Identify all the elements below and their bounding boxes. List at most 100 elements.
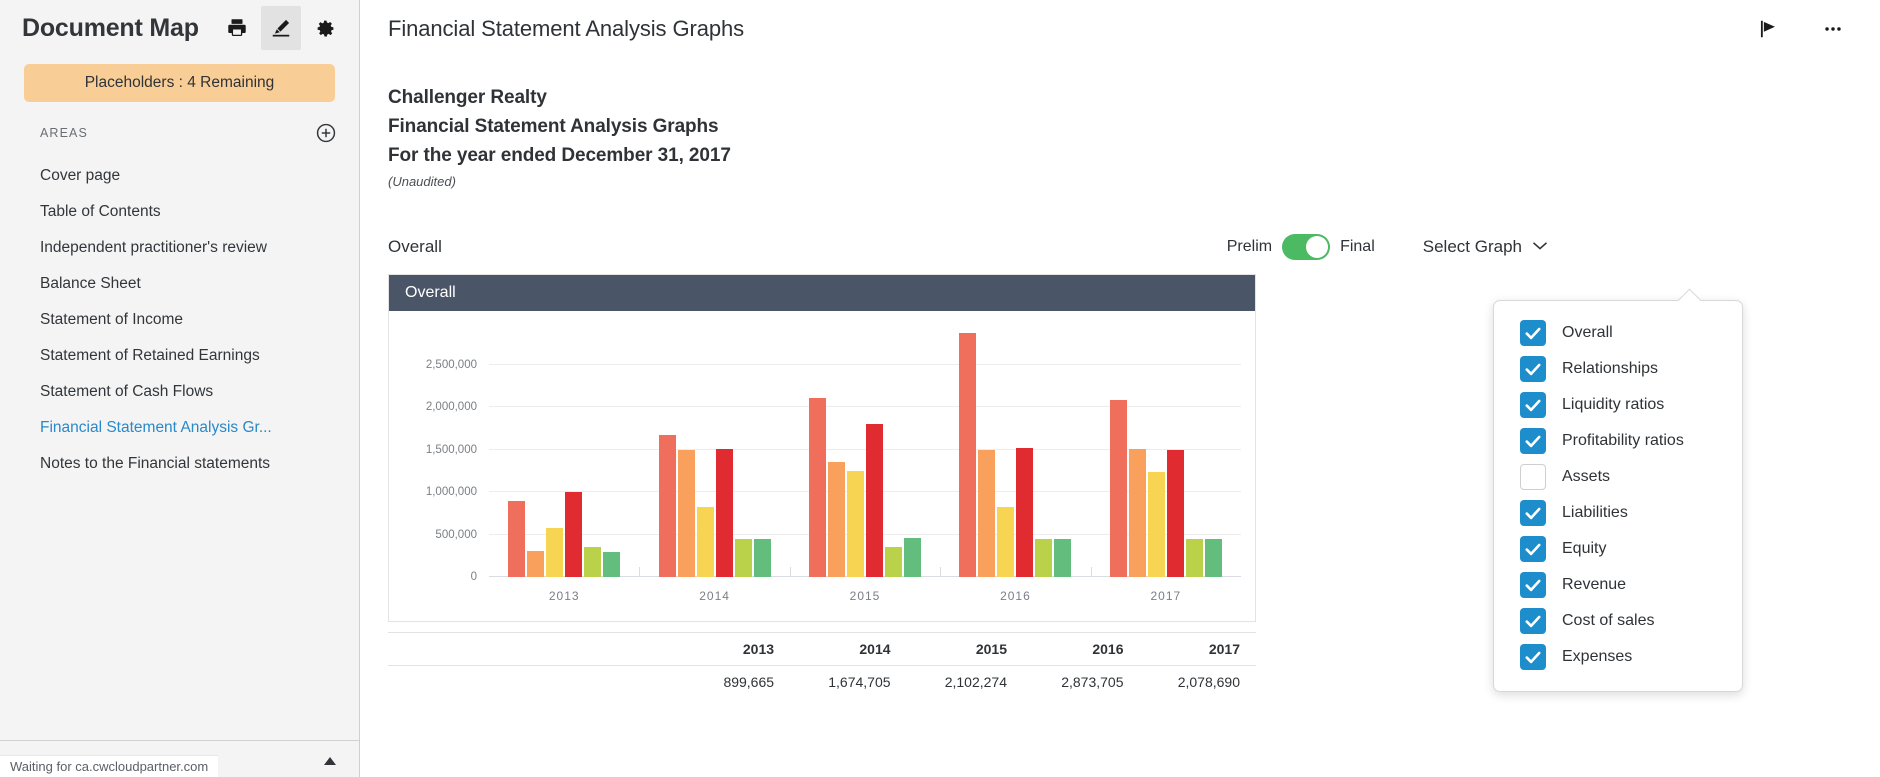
dropdown-item-liquidity-ratios[interactable]: Liquidity ratios bbox=[1494, 387, 1742, 423]
gear-icon[interactable] bbox=[305, 6, 345, 50]
chart-bar bbox=[696, 507, 714, 577]
report-title: Financial Statement Analysis Graphs bbox=[388, 116, 719, 137]
dropdown-item-assets[interactable]: Assets bbox=[1494, 459, 1742, 495]
checkbox-checked-icon[interactable] bbox=[1520, 428, 1546, 454]
checkbox-checked-icon[interactable] bbox=[1520, 608, 1546, 634]
chevron-down-icon bbox=[1532, 238, 1548, 256]
dropdown-item-liabilities[interactable]: Liabilities bbox=[1494, 495, 1742, 531]
sidebar-header: Document Map bbox=[0, 0, 359, 56]
chart-bar bbox=[508, 500, 526, 577]
chart-card: Overall 0 500,000 1,000,000 1,500,000 2,000,… bbox=[388, 274, 1256, 622]
table-header-row: 2013 2014 2015 2016 2017 bbox=[388, 633, 1256, 666]
dropdown-item-equity[interactable]: Equity bbox=[1494, 531, 1742, 567]
dropdown-item-label: Liquidity ratios bbox=[1562, 396, 1665, 413]
dropdown-item-relationships[interactable]: Relationships bbox=[1494, 351, 1742, 387]
checkbox-unchecked-icon[interactable] bbox=[1520, 464, 1546, 490]
ellipsis-icon[interactable] bbox=[1816, 12, 1850, 46]
chart-bar bbox=[885, 546, 903, 577]
table-col-2014: 2014 bbox=[790, 633, 907, 666]
sidebar-item-statement-of-retained-earnings[interactable]: Statement of Retained Earnings bbox=[0, 338, 359, 374]
pen-edit-icon[interactable] bbox=[261, 6, 301, 50]
main-content: Financial Statement Analysis Graphs Chal… bbox=[360, 0, 1880, 777]
collapse-caret-icon[interactable] bbox=[323, 753, 337, 771]
dropdown-item-profitability-ratios[interactable]: Profitability ratios bbox=[1494, 423, 1742, 459]
table-col-2015: 2015 bbox=[906, 633, 1024, 666]
sidebar-item-cover-page[interactable]: Cover page bbox=[0, 158, 359, 194]
company-name: Challenger Realty bbox=[388, 87, 547, 108]
sidebar-item-balance-sheet[interactable]: Balance Sheet bbox=[0, 266, 359, 302]
dropdown-item-cost-of-sales[interactable]: Cost of sales bbox=[1494, 603, 1742, 639]
chart-bar-group: 2016 bbox=[940, 332, 1090, 603]
x-axis-tick-label: 2015 bbox=[849, 589, 881, 603]
table-row: 899,665 1,674,705 2,102,274 2,873,705 2,… bbox=[388, 666, 1256, 699]
table-cell-2013: 899,665 bbox=[723, 674, 775, 690]
app-root: Document Map Placeholders: 4 Remaining … bbox=[0, 0, 1880, 777]
select-graph-dropdown-trigger[interactable]: Select Graph bbox=[1423, 237, 1548, 257]
dropdown-item-expenses[interactable]: Expenses bbox=[1494, 639, 1742, 675]
chart-plot: 0 500,000 1,000,000 1,500,000 2,000,000 2,500… bbox=[426, 332, 1241, 603]
y-axis-tick-label: 1,000,000 bbox=[425, 486, 477, 498]
flag-icon[interactable] bbox=[1752, 12, 1786, 46]
table-cell-2014: 1,674,705 bbox=[828, 674, 891, 690]
chart-bar bbox=[809, 398, 827, 577]
chart-bar-group: 2014 bbox=[639, 339, 789, 603]
chart-bar-groups: 2013 2014 2015 2016 2017 bbox=[489, 332, 1241, 603]
chart-bar bbox=[1054, 539, 1072, 577]
sidebar-item-statement-of-income[interactable]: Statement of Income bbox=[0, 302, 359, 338]
checkbox-checked-icon[interactable] bbox=[1520, 644, 1546, 670]
chart-bar bbox=[546, 527, 564, 577]
sidebar-item-notes-to-the-financial-statements[interactable]: Notes to the Financial statements bbox=[0, 446, 359, 482]
select-graph-dropdown-menu[interactable]: Overall Relationships Liquidity ratios Prof… bbox=[1493, 300, 1743, 692]
dropdown-item-label: Relationships bbox=[1562, 360, 1659, 377]
table-col-2016: 2016 bbox=[1023, 633, 1140, 666]
prelim-final-toggle[interactable] bbox=[1282, 234, 1331, 260]
x-axis-tick-label: 2016 bbox=[1000, 589, 1031, 603]
table-col-blank bbox=[388, 633, 688, 666]
chart-bar bbox=[658, 434, 676, 577]
dropdown-item-overall[interactable]: Overall bbox=[1494, 315, 1742, 351]
checkbox-checked-icon[interactable] bbox=[1520, 356, 1546, 382]
checkbox-checked-icon[interactable] bbox=[1520, 536, 1546, 562]
toggle-label-prelim: Prelim bbox=[1226, 238, 1273, 255]
chart-bar bbox=[1109, 400, 1127, 577]
chart-bar bbox=[1166, 449, 1184, 577]
document-heading-block: Challenger Realty Financial Statement An… bbox=[388, 88, 1880, 188]
table-col-2013: 2013 bbox=[688, 633, 791, 666]
chart-bar bbox=[715, 448, 733, 577]
sidebar-item-table-of-contents[interactable]: Table of Contents bbox=[0, 194, 359, 230]
dropdown-item-label: Profitability ratios bbox=[1562, 432, 1684, 449]
chart-bar bbox=[1147, 471, 1165, 577]
chart-bar bbox=[527, 550, 545, 577]
sidebar-item-statement-of-cash-flows[interactable]: Statement of Cash Flows bbox=[0, 374, 359, 410]
select-graph-label: Select Graph bbox=[1422, 237, 1522, 256]
dropdown-item-revenue[interactable]: Revenue bbox=[1494, 567, 1742, 603]
dropdown-item-label: Revenue bbox=[1562, 576, 1627, 593]
chart-card-title: Overall bbox=[389, 275, 1255, 311]
table-cell-2015: 2,102,274 bbox=[944, 674, 1008, 690]
chart-bar bbox=[677, 449, 695, 577]
y-axis-tick-label: 1,500,000 bbox=[425, 443, 477, 456]
chart-data-table: 2013 2014 2015 2016 2017 899,665 1,674,7… bbox=[388, 632, 1256, 698]
graph-controls-row: Overall Prelim Final Select Graph bbox=[388, 232, 1548, 262]
table-cell-2017: 2,078,690 bbox=[1177, 674, 1240, 690]
table-cell-2016: 2,873,705 bbox=[1061, 674, 1124, 690]
checkbox-checked-icon[interactable] bbox=[1520, 500, 1546, 526]
checkbox-checked-icon[interactable] bbox=[1520, 572, 1546, 598]
document-map-sidebar: Document Map Placeholders: 4 Remaining … bbox=[0, 0, 360, 777]
data-table: 2013 2014 2015 2016 2017 899,665 1,674,7… bbox=[388, 633, 1256, 698]
print-icon[interactable] bbox=[217, 6, 257, 50]
sidebar-item-independent-practitioners-review[interactable]: Independent practitioner's review bbox=[0, 230, 359, 266]
status-bar-text: Waiting for ca.cwcloudpartner.com bbox=[10, 759, 209, 774]
dropdown-item-label: Assets bbox=[1562, 468, 1611, 485]
dropdown-item-label: Overall bbox=[1562, 324, 1613, 341]
checkbox-checked-icon[interactable] bbox=[1520, 392, 1546, 418]
toggle-label-final: Final bbox=[1340, 238, 1375, 255]
add-area-icon[interactable] bbox=[315, 122, 337, 144]
chart-bar bbox=[904, 537, 922, 577]
placeholders-badge[interactable]: Placeholders : 4 Remaining bbox=[24, 64, 335, 102]
prelim-final-toggle-group: Prelim Final bbox=[1227, 234, 1375, 260]
y-axis-tick-label: 0 bbox=[470, 571, 477, 583]
sidebar-item-financial-statement-analysis-graphs[interactable]: Financial Statement Analysis Gr... bbox=[0, 410, 359, 446]
checkbox-checked-icon[interactable] bbox=[1520, 320, 1546, 346]
x-axis-tick-label: 2017 bbox=[1150, 589, 1182, 603]
